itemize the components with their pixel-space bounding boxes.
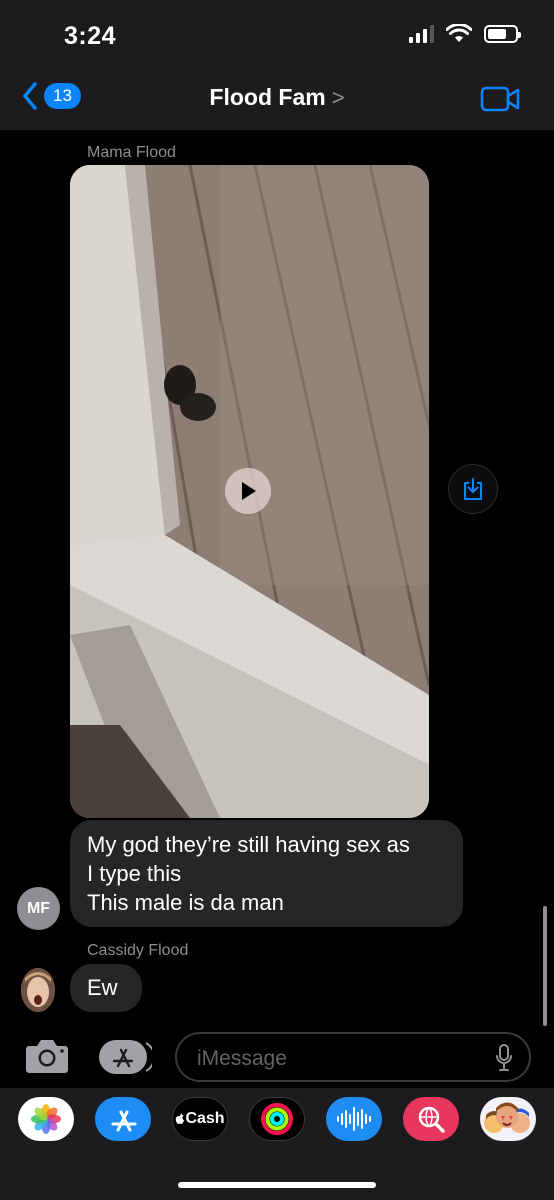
camera-icon[interactable] xyxy=(24,1037,70,1075)
scrollbar[interactable] xyxy=(543,906,547,1026)
activity-rings-icon xyxy=(261,1103,293,1135)
message-bubble[interactable]: Ew xyxy=(70,964,142,1012)
chevron-right-icon: > xyxy=(331,85,345,110)
images-search-app-icon[interactable] xyxy=(403,1097,459,1141)
play-icon xyxy=(242,482,256,500)
memoji-faces-icon xyxy=(484,1102,530,1133)
activity-app-icon[interactable] xyxy=(249,1097,305,1141)
battery-icon xyxy=(484,24,521,43)
navigation-header: 3:24 13 Flood Fam > xyxy=(0,0,554,130)
avatar-photo xyxy=(21,968,55,1012)
home-indicator[interactable] xyxy=(178,1182,376,1188)
globe-search-icon xyxy=(418,1106,445,1133)
sender-name: Mama Flood xyxy=(87,144,176,161)
app-store-glyph-icon xyxy=(111,1110,137,1132)
message-line: My god they’re still having sex as xyxy=(87,832,410,857)
apple-cash-label: Cash xyxy=(185,1110,225,1127)
avatar[interactable]: MF xyxy=(17,887,60,930)
apple-logo-icon xyxy=(176,1113,185,1124)
conversation-title[interactable]: Flood Fam > xyxy=(0,84,554,111)
message-bubble[interactable]: My god they’re still having sex as I typ… xyxy=(70,820,463,927)
message-line: Ew xyxy=(87,975,118,1000)
video-message[interactable] xyxy=(70,165,429,818)
avatar[interactable] xyxy=(21,968,55,1012)
save-to-photos-icon xyxy=(464,478,482,500)
photos-app-icon[interactable] xyxy=(18,1097,74,1141)
waveform-icon xyxy=(337,1107,371,1131)
status-time: 3:24 xyxy=(64,22,117,50)
message-input[interactable]: iMessage xyxy=(175,1032,531,1082)
message-input-placeholder: iMessage xyxy=(197,1047,287,1070)
conversation-name: Flood Fam xyxy=(209,84,326,110)
photos-flower-icon xyxy=(31,1104,61,1134)
facetime-video-icon[interactable] xyxy=(480,86,520,112)
cellular-signal-icon xyxy=(409,24,434,43)
microphone-icon[interactable] xyxy=(495,1044,513,1072)
play-button[interactable] xyxy=(225,468,271,514)
app-store-button[interactable] xyxy=(98,1039,152,1075)
app-store-app-icon[interactable] xyxy=(95,1097,151,1141)
status-icons xyxy=(409,24,521,43)
sender-name: Cassidy Flood xyxy=(87,942,189,959)
save-video-button[interactable] xyxy=(448,464,498,514)
audio-message-app-icon[interactable] xyxy=(326,1097,382,1141)
memoji-app-icon[interactable] xyxy=(480,1097,536,1141)
message-line: I type this xyxy=(87,861,182,886)
wifi-icon xyxy=(446,24,472,42)
apple-cash-app-icon[interactable]: Cash xyxy=(172,1097,228,1141)
message-line: This male is da man xyxy=(87,890,284,915)
